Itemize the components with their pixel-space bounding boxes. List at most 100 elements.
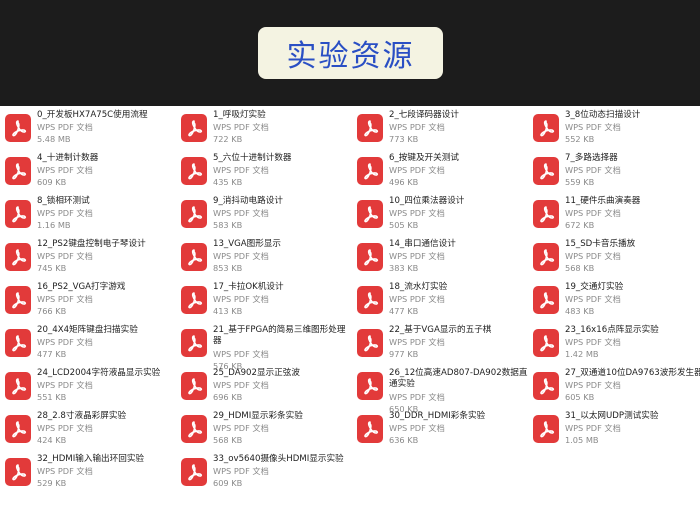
file-type: WPS PDF 文档 bbox=[565, 423, 621, 433]
file-item[interactable]: 6_按键及开关测试 WPS PDF 文档 496 KB bbox=[357, 153, 527, 193]
file-name: 19_交通灯实验 bbox=[565, 282, 624, 292]
pdf-icon bbox=[5, 458, 31, 486]
file-name: 10_四位乘法器设计 bbox=[389, 196, 465, 206]
file-item[interactable]: 32_HDMI输入输出环回实验 WPS PDF 文档 529 KB bbox=[5, 454, 175, 494]
file-type: WPS PDF 文档 bbox=[37, 337, 93, 347]
file-item[interactable]: 24_LCD2004字符液晶显示实验 WPS PDF 文档 551 KB bbox=[5, 368, 175, 408]
file-type: WPS PDF 文档 bbox=[565, 122, 621, 132]
pdf-icon bbox=[357, 286, 383, 314]
pdf-icon bbox=[357, 200, 383, 228]
pdf-icon bbox=[357, 114, 383, 142]
file-type: WPS PDF 文档 bbox=[37, 380, 93, 390]
file-item[interactable]: 0_开发板HX7A75C使用流程 WPS PDF 文档 5.48 MB bbox=[5, 110, 175, 150]
pdf-icon bbox=[181, 286, 207, 314]
pdf-icon bbox=[181, 243, 207, 271]
file-name: 7_多路选择器 bbox=[565, 153, 618, 163]
file-item[interactable]: 8_锁相环测试 WPS PDF 文档 1.16 MB bbox=[5, 196, 175, 236]
file-type: WPS PDF 文档 bbox=[565, 165, 621, 175]
file-size: 551 KB bbox=[37, 392, 67, 402]
file-type: WPS PDF 文档 bbox=[37, 423, 93, 433]
file-item[interactable]: 5_六位十进制计数器 WPS PDF 文档 435 KB bbox=[181, 153, 351, 193]
file-item[interactable]: 15_SD卡音乐播放 WPS PDF 文档 568 KB bbox=[533, 239, 700, 279]
file-name: 30_DDR_HDMI彩条实验 bbox=[389, 411, 486, 421]
file-item[interactable]: 22_基于VGA显示的五子棋 WPS PDF 文档 977 KB bbox=[357, 325, 527, 365]
file-type: WPS PDF 文档 bbox=[213, 423, 269, 433]
file-item[interactable]: 27_双通道10位DA9763波形发生器 WPS PDF 文档 605 KB bbox=[533, 368, 700, 408]
file-name: 13_VGA图形显示 bbox=[213, 239, 282, 249]
file-item[interactable]: 10_四位乘法器设计 WPS PDF 文档 505 KB bbox=[357, 196, 527, 236]
pdf-icon bbox=[181, 114, 207, 142]
file-item[interactable]: 21_基于FPGA的简易三维图形处理器 WPS PDF 文档 576 KB bbox=[181, 325, 351, 371]
file-name: 26_12位高速AD807-DA902数据直通实验 bbox=[389, 368, 528, 389]
file-type: WPS PDF 文档 bbox=[213, 349, 269, 359]
file-type: WPS PDF 文档 bbox=[389, 165, 445, 175]
file-name: 17_卡拉OK机设计 bbox=[213, 282, 284, 292]
file-size: 1.05 MB bbox=[565, 435, 599, 445]
file-item[interactable]: 30_DDR_HDMI彩条实验 WPS PDF 文档 636 KB bbox=[357, 411, 527, 451]
pdf-icon bbox=[181, 200, 207, 228]
file-item[interactable]: 11_硬件乐曲演奏器 WPS PDF 文档 672 KB bbox=[533, 196, 700, 236]
pdf-icon bbox=[181, 415, 207, 443]
file-type: WPS PDF 文档 bbox=[213, 466, 269, 476]
file-size: 853 KB bbox=[213, 263, 243, 273]
file-size: 773 KB bbox=[389, 134, 419, 144]
file-type: WPS PDF 文档 bbox=[37, 294, 93, 304]
file-item[interactable]: 14_串口通信设计 WPS PDF 文档 383 KB bbox=[357, 239, 527, 279]
file-item[interactable]: 29_HDMI显示彩条实验 WPS PDF 文档 568 KB bbox=[181, 411, 351, 451]
file-type: WPS PDF 文档 bbox=[213, 122, 269, 132]
file-type: WPS PDF 文档 bbox=[565, 380, 621, 390]
file-item[interactable]: 23_16x16点阵显示实验 WPS PDF 文档 1.42 MB bbox=[533, 325, 700, 365]
file-item[interactable]: 4_十进制计数器 WPS PDF 文档 609 KB bbox=[5, 153, 175, 193]
file-item[interactable]: 28_2.8寸液晶彩屏实验 WPS PDF 文档 424 KB bbox=[5, 411, 175, 451]
file-item[interactable]: 25_DA902显示正弦波 WPS PDF 文档 696 KB bbox=[181, 368, 351, 408]
pdf-icon bbox=[5, 200, 31, 228]
file-size: 505 KB bbox=[389, 220, 419, 230]
file-type: WPS PDF 文档 bbox=[213, 380, 269, 390]
file-item[interactable]: 33_ov5640摄像头HDMI显示实验 WPS PDF 文档 609 KB bbox=[181, 454, 351, 494]
file-name: 16_PS2_VGA打字游戏 bbox=[37, 282, 126, 292]
file-size: 583 KB bbox=[213, 220, 243, 230]
pdf-icon bbox=[357, 329, 383, 357]
file-name: 22_基于VGA显示的五子棋 bbox=[389, 325, 492, 335]
file-type: WPS PDF 文档 bbox=[565, 251, 621, 261]
file-item[interactable]: 12_PS2键盘控制电子琴设计 WPS PDF 文档 745 KB bbox=[5, 239, 175, 279]
file-size: 636 KB bbox=[389, 435, 419, 445]
file-item[interactable]: 2_七段译码器设计 WPS PDF 文档 773 KB bbox=[357, 110, 527, 150]
file-item[interactable]: 7_多路选择器 WPS PDF 文档 559 KB bbox=[533, 153, 700, 193]
pdf-icon bbox=[5, 286, 31, 314]
pdf-icon bbox=[5, 415, 31, 443]
pdf-icon bbox=[181, 329, 207, 357]
file-size: 766 KB bbox=[37, 306, 67, 316]
page-title: 实验资源 bbox=[258, 27, 443, 79]
file-type: WPS PDF 文档 bbox=[389, 251, 445, 261]
file-item[interactable]: 9_消抖动电路设计 WPS PDF 文档 583 KB bbox=[181, 196, 351, 236]
file-name: 29_HDMI显示彩条实验 bbox=[213, 411, 303, 421]
file-name: 28_2.8寸液晶彩屏实验 bbox=[37, 411, 127, 421]
pdf-icon bbox=[357, 243, 383, 271]
file-size: 435 KB bbox=[213, 177, 243, 187]
file-name: 9_消抖动电路设计 bbox=[213, 196, 283, 206]
file-item[interactable]: 26_12位高速AD807-DA902数据直通实验 WPS PDF 文档 650 K… bbox=[357, 368, 528, 414]
file-item[interactable]: 19_交通灯实验 WPS PDF 文档 483 KB bbox=[533, 282, 700, 322]
file-name: 21_基于FPGA的简易三维图形处理器 bbox=[213, 325, 346, 346]
file-item[interactable]: 20_4X4矩阵键盘扫描实验 WPS PDF 文档 477 KB bbox=[5, 325, 175, 365]
file-type: WPS PDF 文档 bbox=[213, 208, 269, 218]
file-item[interactable]: 16_PS2_VGA打字游戏 WPS PDF 文档 766 KB bbox=[5, 282, 175, 322]
file-name: 25_DA902显示正弦波 bbox=[213, 368, 300, 378]
file-size: 477 KB bbox=[389, 306, 419, 316]
file-item[interactable]: 31_以太网UDP测试实验 WPS PDF 文档 1.05 MB bbox=[533, 411, 700, 451]
file-size: 568 KB bbox=[565, 263, 595, 273]
file-name: 31_以太网UDP测试实验 bbox=[565, 411, 659, 421]
file-item[interactable]: 18_流水灯实验 WPS PDF 文档 477 KB bbox=[357, 282, 527, 322]
pdf-icon bbox=[357, 372, 383, 400]
file-size: 722 KB bbox=[213, 134, 243, 144]
file-item[interactable]: 1_呼吸灯实验 WPS PDF 文档 722 KB bbox=[181, 110, 351, 150]
file-item[interactable]: 17_卡拉OK机设计 WPS PDF 文档 413 KB bbox=[181, 282, 351, 322]
file-item[interactable]: 13_VGA图形显示 WPS PDF 文档 853 KB bbox=[181, 239, 351, 279]
file-size: 977 KB bbox=[389, 349, 419, 359]
file-item[interactable]: 3_8位动态扫描设计 WPS PDF 文档 552 KB bbox=[533, 110, 700, 150]
file-type: WPS PDF 文档 bbox=[37, 466, 93, 476]
file-size: 559 KB bbox=[565, 177, 595, 187]
pdf-icon bbox=[5, 243, 31, 271]
pdf-icon bbox=[181, 157, 207, 185]
